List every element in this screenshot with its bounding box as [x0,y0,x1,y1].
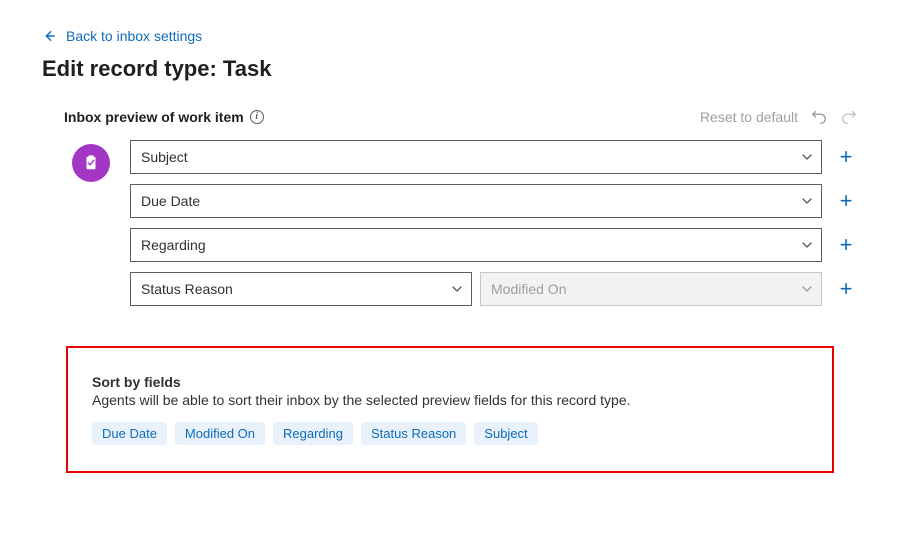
chevron-down-icon [451,283,463,295]
sort-chip[interactable]: Status Reason [361,422,466,445]
chevron-down-icon [801,239,813,251]
field-dropdown-label: Regarding [141,237,206,253]
field-dropdown[interactable]: Status Reason [130,272,472,306]
sort-description: Agents will be able to sort their inbox … [92,392,808,408]
chevron-down-icon [801,283,813,295]
undo-icon[interactable] [810,108,828,126]
sort-chip[interactable]: Subject [474,422,537,445]
back-link-label: Back to inbox settings [66,28,202,44]
reset-to-default-button[interactable]: Reset to default [700,109,798,125]
chevron-down-icon [801,151,813,163]
field-dropdown-label: Due Date [141,193,200,209]
field-row: Regarding + [130,228,858,262]
chevron-down-icon [801,195,813,207]
sort-by-fields-section: Sort by fields Agents will be able to so… [66,346,834,473]
field-row: Due Date + [130,184,858,218]
field-row: Status Reason Modified On + [130,272,858,306]
field-dropdown-label: Modified On [491,281,566,297]
dropdown-group: Due Date [130,184,822,218]
field-dropdown-label: Status Reason [141,281,233,297]
add-field-button[interactable]: + [834,232,858,258]
page-title: Edit record type: Task [42,56,858,82]
field-dropdown[interactable]: Regarding [130,228,822,262]
arrow-left-icon [42,29,56,43]
dropdown-group: Subject [130,140,822,174]
section-label-text: Inbox preview of work item [64,109,244,125]
info-icon[interactable]: i [250,110,264,124]
redo-icon[interactable] [840,108,858,126]
add-field-button[interactable]: + [834,276,858,302]
dropdown-group: Status Reason Modified On [130,272,822,306]
field-row: Subject + [130,140,858,174]
field-dropdown[interactable]: Subject [130,140,822,174]
sort-chip[interactable]: Regarding [273,422,353,445]
preview-rows: Subject+Due Date+Regarding+Status Reason… [130,140,858,306]
add-field-button[interactable]: + [834,188,858,214]
back-link[interactable]: Back to inbox settings [42,28,202,44]
sort-chips: Due Date Modified On Regarding Status Reaso… [92,422,808,445]
field-dropdown[interactable]: Due Date [130,184,822,218]
field-dropdown-label: Subject [141,149,188,165]
add-field-button[interactable]: + [834,144,858,170]
field-dropdown: Modified On [480,272,822,306]
sort-chip[interactable]: Due Date [92,422,167,445]
section-label: Inbox preview of work item i [64,109,264,125]
dropdown-group: Regarding [130,228,822,262]
sort-chip[interactable]: Modified On [175,422,265,445]
sort-title: Sort by fields [92,374,808,390]
clipboard-icon [72,144,110,182]
